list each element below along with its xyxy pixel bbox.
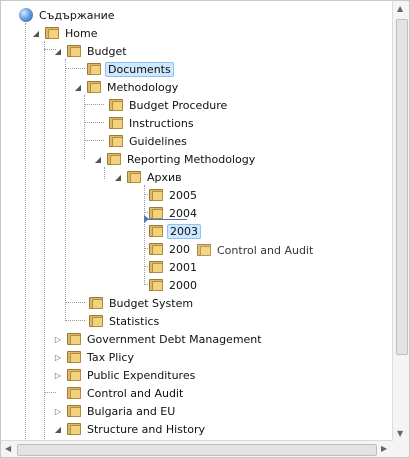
tree-node-label: Instructions bbox=[129, 116, 194, 130]
tree-node-archive[interactable]: ◢ Архив bbox=[113, 168, 184, 186]
tree-view[interactable]: Съдържание ◢ Home ◢ Budget Documents ◢ M… bbox=[0, 0, 410, 458]
tree-node-2003[interactable]: 2003 bbox=[149, 222, 201, 240]
tree-node-public-expenditures[interactable]: ▷ Public Expenditures bbox=[53, 366, 197, 384]
tree-node-2002[interactable]: 200 bbox=[149, 240, 192, 258]
drag-preview: Control and Audit bbox=[197, 241, 315, 259]
tree-node-label: 2000 bbox=[169, 278, 197, 292]
tree-node-label: Methodology bbox=[107, 80, 179, 94]
folder-icon bbox=[109, 135, 123, 147]
tree-node-label: Structure and History bbox=[87, 422, 205, 436]
scrollbar-corner bbox=[393, 441, 409, 457]
tree-node-bulgaria-and-eu[interactable]: ▷ Bulgaria and EU bbox=[53, 402, 177, 420]
folder-icon bbox=[109, 117, 123, 129]
folder-icon bbox=[89, 315, 103, 327]
tree-node-label: Government Debt Management bbox=[87, 332, 262, 346]
folder-icon bbox=[67, 351, 81, 363]
folder-icon bbox=[67, 45, 81, 57]
expanded-triangle-icon[interactable]: ◢ bbox=[53, 424, 63, 434]
collapsed-triangle-icon[interactable]: ▷ bbox=[53, 406, 63, 416]
tree-node-methodology[interactable]: ◢ Methodology bbox=[73, 78, 180, 96]
folder-icon bbox=[107, 153, 121, 165]
tree-node-2005[interactable]: 2005 bbox=[149, 186, 199, 204]
tree-node-budget-system[interactable]: Budget System bbox=[89, 294, 195, 312]
folder-icon bbox=[149, 261, 163, 273]
folder-icon bbox=[67, 369, 81, 381]
scroll-down-arrow-icon[interactable]: ▼ bbox=[397, 429, 403, 438]
tree-node-budget[interactable]: ◢ Budget bbox=[53, 42, 129, 60]
tree-node-label: Bulgaria and EU bbox=[87, 404, 176, 418]
tree-node-2001[interactable]: 2001 bbox=[149, 258, 199, 276]
tree-node-label: Reporting Methodology bbox=[127, 152, 256, 166]
tree-node-label: Tax Plicy bbox=[87, 350, 134, 364]
folder-icon bbox=[149, 189, 163, 201]
folder-icon bbox=[45, 27, 59, 39]
folder-icon bbox=[67, 387, 81, 399]
scroll-left-arrow-icon[interactable]: ◀ bbox=[5, 444, 11, 453]
folder-icon bbox=[67, 423, 81, 435]
tree-node-label: Budget Procedure bbox=[129, 98, 228, 112]
folder-icon bbox=[109, 99, 123, 111]
expanded-triangle-icon[interactable]: ◢ bbox=[53, 46, 63, 56]
tree-node-label: Statistics bbox=[109, 314, 160, 328]
expanded-triangle-icon[interactable]: ◢ bbox=[73, 82, 83, 92]
folder-icon bbox=[67, 333, 81, 345]
tree-node-label: 2004 bbox=[169, 206, 197, 220]
tree-node-label: 2001 bbox=[169, 260, 197, 274]
collapsed-triangle-icon[interactable]: ▷ bbox=[53, 370, 63, 380]
folder-icon bbox=[149, 243, 163, 255]
scroll-up-arrow-icon[interactable]: ▲ bbox=[397, 4, 403, 13]
tree-node-label: Budget bbox=[87, 44, 127, 58]
tree-node-label: Public Expenditures bbox=[87, 368, 196, 382]
folder-icon bbox=[197, 244, 211, 256]
horizontal-scroll-thumb[interactable] bbox=[17, 444, 377, 456]
tree-node-government-debt-management[interactable]: ▷ Government Debt Management bbox=[53, 330, 264, 348]
tree-node-control-and-audit[interactable]: Control and Audit bbox=[67, 384, 185, 402]
collapsed-triangle-icon[interactable]: ▷ bbox=[53, 352, 63, 362]
tree-node-label: 200 bbox=[169, 242, 190, 256]
folder-icon bbox=[149, 207, 163, 219]
folder-icon bbox=[87, 63, 101, 75]
tree-node-label: 2003 bbox=[167, 223, 201, 239]
drop-position-line bbox=[147, 219, 187, 220]
horizontal-scrollbar[interactable]: ◀ ▶ bbox=[1, 440, 393, 457]
tree-node-documents[interactable]: Documents bbox=[87, 60, 174, 78]
tree-node-2000[interactable]: 2000 bbox=[149, 276, 199, 294]
expanded-triangle-icon[interactable]: ◢ bbox=[113, 172, 123, 182]
tree-node-statistics[interactable]: Statistics bbox=[89, 312, 161, 330]
tree-node-guidelines[interactable]: Guidelines bbox=[109, 132, 189, 150]
tree-node-tax-plicy[interactable]: ▷ Tax Plicy bbox=[53, 348, 136, 366]
expanded-triangle-icon[interactable]: ◢ bbox=[93, 154, 103, 164]
collapsed-triangle-icon[interactable]: ▷ bbox=[53, 334, 63, 344]
tree-node-label: Съдържание bbox=[39, 8, 115, 22]
tree-node-label: Архив bbox=[147, 170, 182, 184]
folder-icon bbox=[127, 171, 141, 183]
drag-preview-label: Control and Audit bbox=[217, 243, 314, 257]
folder-icon bbox=[149, 225, 163, 237]
tree-node-label: 2005 bbox=[169, 188, 197, 202]
vertical-scroll-thumb[interactable] bbox=[396, 19, 408, 355]
expanded-triangle-icon[interactable]: ◢ bbox=[31, 28, 41, 38]
tree-node-label: Guidelines bbox=[129, 134, 187, 148]
folder-icon bbox=[67, 405, 81, 417]
folder-icon bbox=[89, 297, 103, 309]
vertical-scrollbar[interactable]: ▲ ▼ bbox=[392, 1, 409, 441]
globe-icon bbox=[19, 8, 33, 22]
folder-icon bbox=[149, 279, 163, 291]
folder-icon bbox=[87, 81, 101, 93]
tree-node-budget-procedure[interactable]: Budget Procedure bbox=[109, 96, 229, 114]
scroll-right-arrow-icon[interactable]: ▶ bbox=[381, 444, 387, 453]
tree-node-structure-and-history[interactable]: ◢ Structure and History bbox=[53, 420, 207, 438]
tree-node-label: Home bbox=[65, 26, 98, 40]
tree-node-home[interactable]: ◢ Home bbox=[31, 24, 99, 42]
tree-node-instructions[interactable]: Instructions bbox=[109, 114, 196, 132]
tree-node-label: Control and Audit bbox=[87, 386, 184, 400]
tree-node-label: Budget System bbox=[109, 296, 194, 310]
tree-node-root[interactable]: Съдържание bbox=[19, 6, 117, 24]
tree-node-reporting-methodology[interactable]: ◢ Reporting Methodology bbox=[93, 150, 257, 168]
tree-node-label: Documents bbox=[105, 61, 174, 77]
